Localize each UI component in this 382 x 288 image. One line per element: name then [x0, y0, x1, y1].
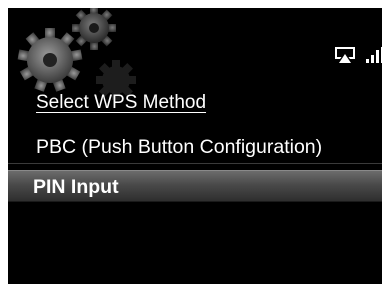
airplay-icon	[335, 47, 355, 63]
menu-item-pbc[interactable]: PBC (Push Button Configuration)	[8, 130, 382, 164]
status-bar	[334, 46, 382, 64]
menu-item-pin-input[interactable]: PIN Input	[8, 170, 382, 202]
signal-strength-icon	[366, 47, 382, 63]
wps-method-screen: Select WPS Method PBC (Push Button Confi…	[8, 8, 382, 284]
page-title: Select WPS Method	[36, 92, 207, 113]
